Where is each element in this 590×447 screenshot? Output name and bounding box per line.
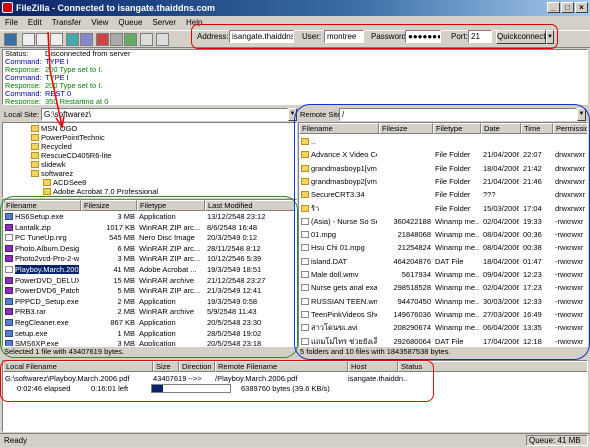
menu-view[interactable]: View (86, 16, 113, 30)
message-log[interactable]: Status: Disconnected from server Command: T… (2, 49, 588, 105)
tree-item-label: slidewk (41, 160, 66, 169)
folder-icon (31, 161, 39, 168)
tree-item-label: RescueCD405R6-lite (41, 151, 112, 160)
site-manager-icon[interactable] (4, 33, 17, 46)
reconnect-icon[interactable] (124, 33, 137, 46)
toggle-log-icon[interactable] (22, 33, 35, 46)
cancel-icon[interactable] (96, 33, 109, 46)
queue-size-status: Queue: 41 MB (526, 435, 588, 446)
log-line: Status: Disconnected from server (5, 50, 587, 58)
refresh-icon[interactable] (80, 33, 93, 46)
folder-icon (31, 152, 39, 159)
highlight-queue (0, 360, 434, 402)
tree-item[interactable]: Recycled (31, 142, 72, 151)
menu-queue[interactable]: Queue (113, 16, 147, 30)
highlight-quickconnect (191, 24, 558, 49)
status-ready: Ready (4, 436, 28, 445)
tree-item-label: Adobe Acrobat 7.0 Professional (53, 187, 159, 196)
log-type: Response: (5, 97, 41, 105)
settings-icon[interactable] (156, 33, 169, 46)
tree-item[interactable]: softwarez (31, 169, 73, 178)
local-site-label: Local Site: (4, 110, 40, 119)
menu-server[interactable]: Server (147, 16, 181, 30)
status-bar: Ready Queue: 41 MB (0, 433, 590, 447)
tree-item[interactable]: PowerPointTechnic (31, 133, 105, 142)
disconnect-icon[interactable] (110, 33, 123, 46)
folder-icon (31, 143, 39, 150)
folder-icon (31, 125, 39, 132)
tree-item[interactable]: RescueCD405R6-lite (31, 151, 111, 160)
folder-icon (43, 188, 51, 195)
process-queue-icon[interactable] (140, 33, 153, 46)
highlight-local-panel (0, 196, 298, 358)
local-path-input[interactable]: G:\softwarez\ (41, 108, 288, 121)
log-line: Response: 200 Type set to I. (5, 66, 587, 74)
close-button[interactable]: × (575, 2, 588, 13)
menu-edit[interactable]: Edit (23, 16, 47, 30)
highlight-remote-panel (294, 104, 590, 360)
local-tree[interactable]: MSN OGO PowerPointTechnic Recycled RescueCD… (2, 122, 297, 198)
menu-file[interactable]: File (0, 16, 23, 30)
tree-item-label: Recycled (41, 142, 72, 151)
minimize-button[interactable]: _ (547, 2, 560, 13)
tree-item-label: PowerPointTechnic (41, 133, 105, 142)
folder-icon (31, 134, 39, 141)
tree-item-label: ACDSee8 (53, 178, 87, 187)
menu-transfer[interactable]: Transfer (47, 16, 87, 30)
window-title: FileZilla - Connected to isangate.thaidd… (16, 3, 216, 13)
annotation-arrow-icon (47, 31, 65, 129)
log-line: Response: 200 Type set to I. (5, 82, 587, 90)
tree-item-label: softwarez (41, 169, 74, 178)
tree-item[interactable]: slidewk (31, 160, 66, 169)
tree-item[interactable]: Adobe Acrobat 7.0 Professional (43, 187, 158, 196)
folder-icon (43, 179, 51, 186)
tree-item[interactable]: ACDSee8 (43, 178, 86, 187)
maximize-button[interactable]: □ (561, 2, 574, 13)
filezilla-icon (2, 2, 13, 13)
title-bar: FileZilla - Connected to isangate.thaidd… (0, 0, 590, 16)
folder-icon (31, 170, 39, 177)
